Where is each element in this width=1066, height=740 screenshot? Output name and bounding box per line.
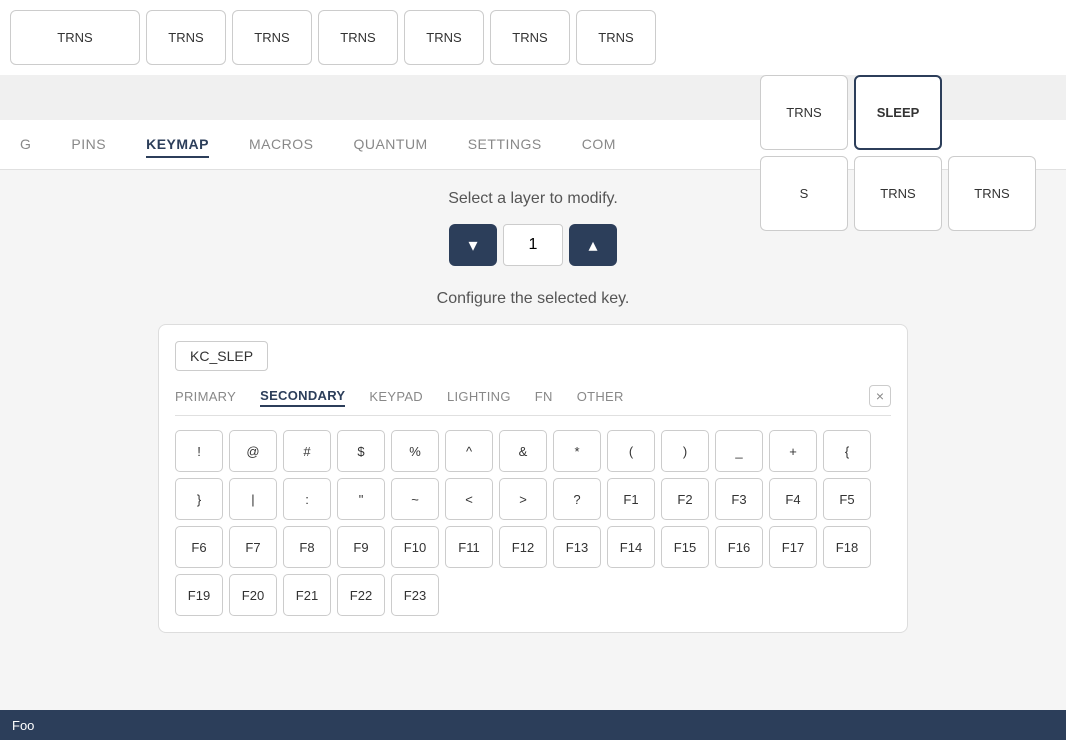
- key-cell-r0-k3[interactable]: $: [337, 430, 385, 472]
- key-cell-r2-k1[interactable]: F2: [661, 478, 709, 520]
- key-cell-r0-k9[interactable]: ): [661, 430, 709, 472]
- floating-keys-popup: TRNSSLEEPSTRNSTRNS: [760, 75, 1036, 231]
- float-row-0: TRNSSLEEP: [760, 75, 1036, 150]
- layer-controls: ▾ ▴: [449, 224, 617, 266]
- key-cell-r3-k8[interactable]: F21: [283, 574, 331, 616]
- panel-tab-secondary[interactable]: SECONDARY: [260, 386, 345, 407]
- key-cell-r0-k4[interactable]: %: [391, 430, 439, 472]
- layer-up-button[interactable]: ▴: [569, 224, 617, 266]
- panel-tab-fn[interactable]: FN: [535, 387, 553, 406]
- float-key-1-0[interactable]: S: [760, 156, 848, 231]
- nav-tab-pins[interactable]: PINS: [71, 132, 106, 158]
- key-cell-r3-k5[interactable]: F18: [823, 526, 871, 568]
- key-cell-r2-k8[interactable]: F9: [337, 526, 385, 568]
- key-cell-r3-k10[interactable]: F23: [391, 574, 439, 616]
- key-cell-r3-k9[interactable]: F22: [337, 574, 385, 616]
- select-layer-label: Select a layer to modify.: [448, 190, 618, 208]
- key-cell-r3-k4[interactable]: F17: [769, 526, 817, 568]
- top-key-2[interactable]: TRNS: [232, 10, 312, 65]
- top-key-6[interactable]: TRNS: [576, 10, 656, 65]
- nav-tab-quantum[interactable]: QUANTUM: [353, 132, 427, 158]
- float-row-1: STRNSTRNS: [760, 156, 1036, 231]
- key-cell-r1-k1[interactable]: +: [769, 430, 817, 472]
- key-cell-r1-k10[interactable]: ?: [553, 478, 601, 520]
- key-cell-r1-k0[interactable]: _: [715, 430, 763, 472]
- key-cell-r0-k2[interactable]: #: [283, 430, 331, 472]
- bottom-bar-text: Foo: [12, 718, 34, 733]
- key-cell-r2-k2[interactable]: F3: [715, 478, 763, 520]
- float-key-0-0[interactable]: TRNS: [760, 75, 848, 150]
- key-cell-r2-k10[interactable]: F11: [445, 526, 493, 568]
- nav-tab-com[interactable]: COM: [582, 132, 616, 158]
- nav-tab-settings[interactable]: SETTINGS: [468, 132, 542, 158]
- bottom-bar: Foo: [0, 710, 1066, 740]
- top-key-4[interactable]: TRNS: [404, 10, 484, 65]
- key-config-panel: KC_SLEP PRIMARY SECONDARY KEYPAD LIGHTING FN…: [158, 324, 908, 633]
- key-grid: !@#$%^&*()_+{}|:"~<>?F1F2F3F4F5F6F7F8F9F…: [175, 430, 891, 616]
- key-cell-r0-k7[interactable]: *: [553, 430, 601, 472]
- nav-tab-g[interactable]: G: [20, 132, 31, 158]
- top-key-3[interactable]: TRNS: [318, 10, 398, 65]
- main-content: Select a layer to modify. ▾ ▴ Configure …: [0, 170, 1066, 740]
- key-cell-r3-k1[interactable]: F14: [607, 526, 655, 568]
- key-cell-r3-k6[interactable]: F19: [175, 574, 223, 616]
- layer-number-input[interactable]: [503, 224, 563, 266]
- key-cell-r0-k1[interactable]: @: [229, 430, 277, 472]
- key-cell-r0-k0[interactable]: !: [175, 430, 223, 472]
- panel-tab-other[interactable]: OTHER: [577, 387, 624, 406]
- top-key-0[interactable]: TRNS: [10, 10, 140, 65]
- panel-tab-primary[interactable]: PRIMARY: [175, 387, 236, 406]
- top-key-5[interactable]: TRNS: [490, 10, 570, 65]
- key-cell-r3-k7[interactable]: F20: [229, 574, 277, 616]
- key-cell-r0-k8[interactable]: (: [607, 430, 655, 472]
- key-cell-r3-k2[interactable]: F15: [661, 526, 709, 568]
- panel-tabs: PRIMARY SECONDARY KEYPAD LIGHTING FN OTHER ×: [175, 385, 891, 416]
- key-cell-r2-k5[interactable]: F6: [175, 526, 223, 568]
- key-cell-r2-k11[interactable]: F12: [499, 526, 547, 568]
- key-cell-r1-k9[interactable]: >: [499, 478, 547, 520]
- nav-tab-keymap[interactable]: KEYMAP: [146, 132, 209, 158]
- key-cell-r2-k3[interactable]: F4: [769, 478, 817, 520]
- float-key-1-1[interactable]: TRNS: [854, 156, 942, 231]
- layer-down-button[interactable]: ▾: [449, 224, 497, 266]
- key-code-badge: KC_SLEP: [175, 341, 268, 371]
- key-cell-r3-k3[interactable]: F16: [715, 526, 763, 568]
- key-cell-r1-k4[interactable]: |: [229, 478, 277, 520]
- configure-key-label: Configure the selected key.: [437, 290, 630, 308]
- key-cell-r2-k4[interactable]: F5: [823, 478, 871, 520]
- nav-tab-macros[interactable]: MACROS: [249, 132, 313, 158]
- top-key-1[interactable]: TRNS: [146, 10, 226, 65]
- key-cell-r2-k6[interactable]: F7: [229, 526, 277, 568]
- float-key-1-2[interactable]: TRNS: [948, 156, 1036, 231]
- key-cell-r1-k5[interactable]: :: [283, 478, 331, 520]
- key-cell-r2-k0[interactable]: F1: [607, 478, 655, 520]
- top-key-row: TRNSTRNSTRNSTRNSTRNSTRNSTRNS: [0, 0, 1066, 75]
- panel-tab-lighting[interactable]: LIGHTING: [447, 387, 511, 406]
- panel-tab-keypad[interactable]: KEYPAD: [369, 387, 423, 406]
- panel-close-button[interactable]: ×: [869, 385, 891, 407]
- key-cell-r1-k7[interactable]: ~: [391, 478, 439, 520]
- key-cell-r2-k7[interactable]: F8: [283, 526, 331, 568]
- key-cell-r1-k6[interactable]: ": [337, 478, 385, 520]
- key-cell-r2-k9[interactable]: F10: [391, 526, 439, 568]
- float-key-0-1[interactable]: SLEEP: [854, 75, 942, 150]
- key-cell-r3-k0[interactable]: F13: [553, 526, 601, 568]
- key-cell-r0-k6[interactable]: &: [499, 430, 547, 472]
- key-cell-r1-k3[interactable]: }: [175, 478, 223, 520]
- key-cell-r1-k2[interactable]: {: [823, 430, 871, 472]
- key-cell-r0-k5[interactable]: ^: [445, 430, 493, 472]
- key-cell-r1-k8[interactable]: <: [445, 478, 493, 520]
